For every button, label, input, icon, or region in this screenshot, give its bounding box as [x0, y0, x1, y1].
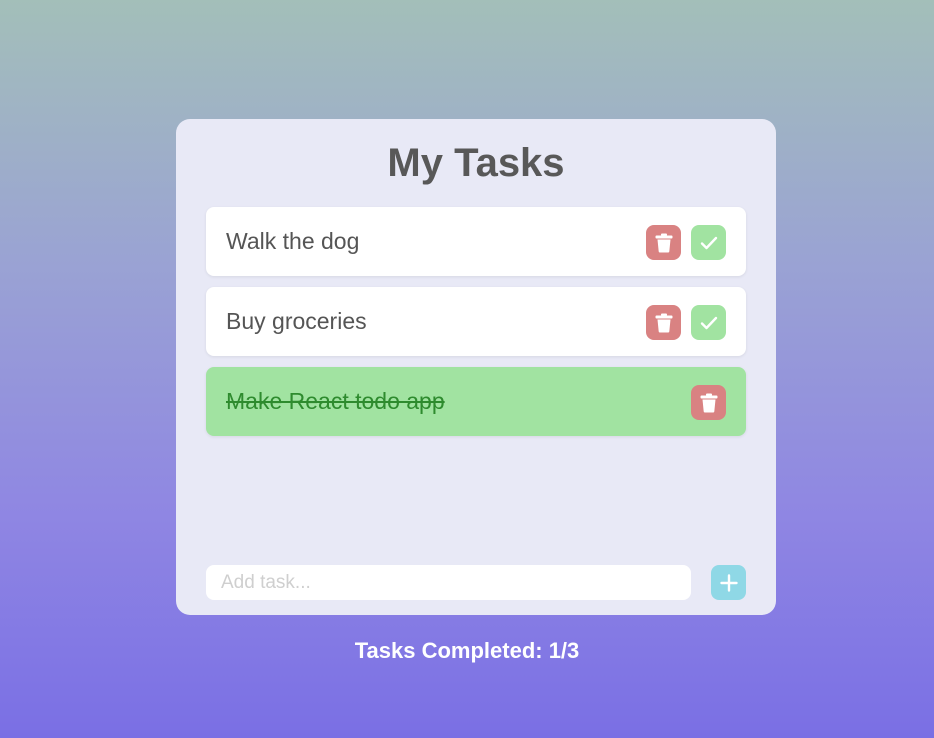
- add-task-input[interactable]: [206, 565, 691, 600]
- complete-task-button[interactable]: [691, 225, 726, 260]
- trash-icon: [655, 313, 672, 332]
- trash-icon: [700, 393, 717, 412]
- task-label: Make React todo app: [226, 388, 445, 414]
- page-title: My Tasks: [387, 141, 565, 185]
- check-icon: [700, 316, 717, 329]
- add-task-button[interactable]: [711, 565, 746, 600]
- check-icon: [700, 236, 717, 249]
- trash-icon: [655, 233, 672, 252]
- task-label: Walk the dog: [226, 228, 360, 254]
- tasks-completed-status: Tasks Completed: 1/3: [354, 638, 580, 663]
- delete-task-button[interactable]: [646, 225, 681, 260]
- complete-task-button[interactable]: [691, 305, 726, 340]
- task-item: Buy groceries: [206, 287, 746, 356]
- delete-task-button[interactable]: [691, 385, 726, 420]
- plus-icon: [719, 573, 738, 592]
- delete-task-button[interactable]: [646, 305, 681, 340]
- task-card: My Tasks Walk the dog Buy groceries Make…: [176, 119, 776, 615]
- task-item: Walk the dog: [206, 207, 746, 276]
- task-label: Buy groceries: [226, 308, 367, 334]
- task-item-completed: Make React todo app: [206, 367, 746, 436]
